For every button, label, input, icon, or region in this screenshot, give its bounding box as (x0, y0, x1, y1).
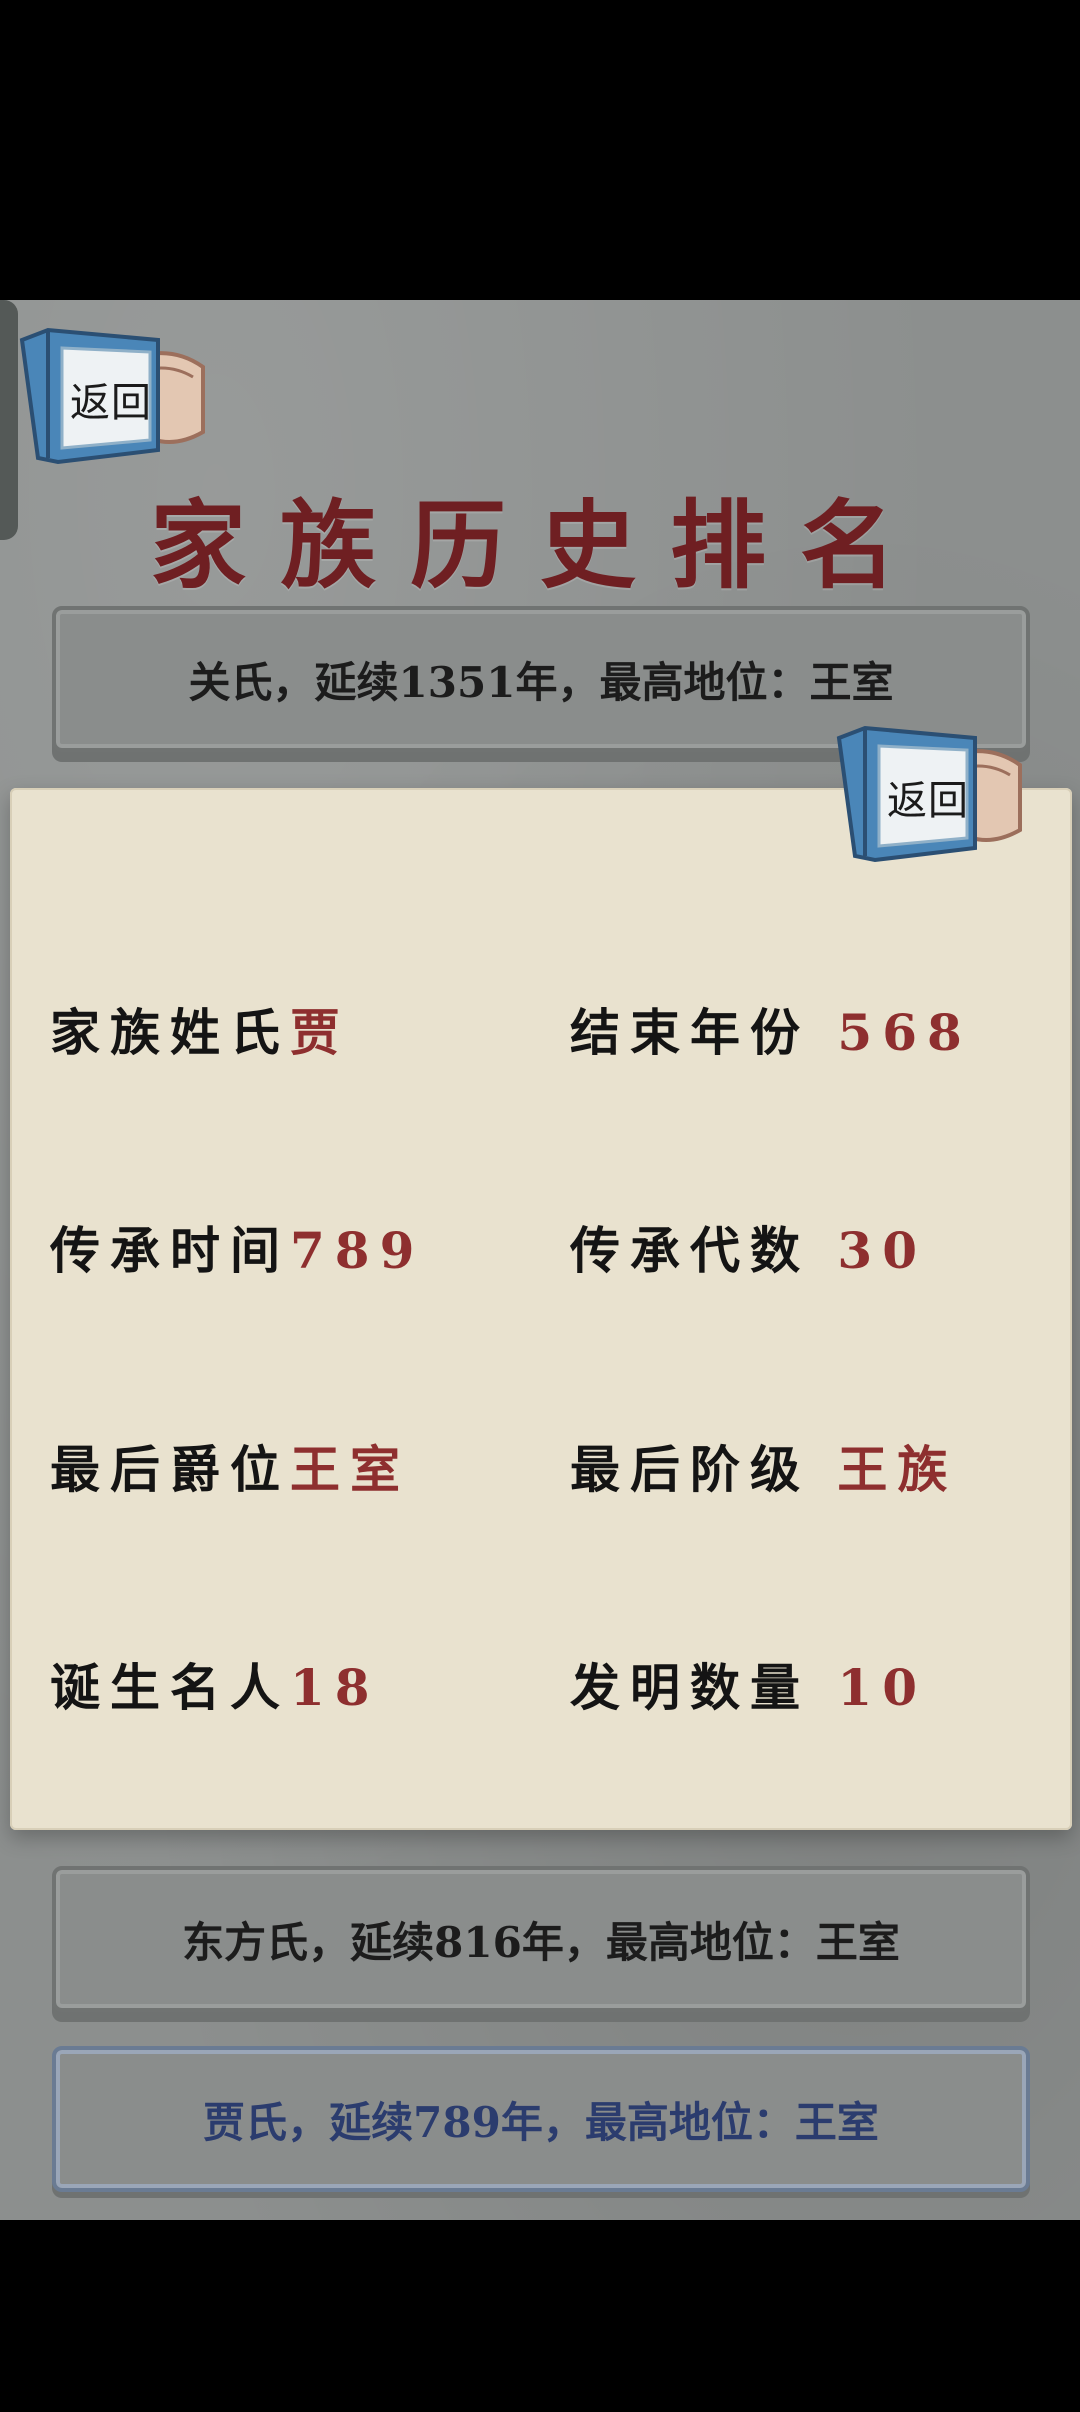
back-label: 返回 (887, 778, 969, 824)
field-label: 传承代数 (570, 1221, 810, 1280)
field-last-title: 最后爵位王室 (50, 1430, 410, 1502)
field-label: 发明数量 (570, 1658, 810, 1717)
field-generations: 传承代数 30 (570, 1211, 927, 1283)
field-value: 30 (837, 1221, 928, 1280)
field-value: 10 (837, 1658, 928, 1717)
ranking-row-text: 关氏，延续1351年，最高地位：王室 (188, 657, 894, 707)
field-value: 789 (290, 1221, 425, 1280)
page-title: 家族历史排名 (150, 489, 930, 602)
field-label: 结束年份 (570, 1003, 810, 1062)
field-value: 王族 (837, 1440, 958, 1499)
field-duration: 传承时间789 (50, 1211, 424, 1283)
detail-back-button[interactable]: 返回 (835, 720, 1025, 870)
field-famous-people: 诞生名人18 (50, 1648, 380, 1720)
field-value: 568 (837, 1003, 972, 1062)
field-inventions: 发明数量 10 (570, 1648, 927, 1720)
field-label: 最后爵位 (50, 1440, 290, 1499)
field-value: 王室 (290, 1440, 410, 1499)
back-label: 返回 (70, 380, 152, 426)
ranking-row-text: 贾氏，延续789年，最高地位：王室 (203, 2097, 879, 2147)
back-button[interactable]: 返回 (18, 322, 208, 472)
field-value: 18 (290, 1658, 380, 1717)
field-surname: 家族姓氏贾 (50, 993, 350, 1065)
field-label: 传承时间 (50, 1221, 290, 1280)
field-last-class: 最后阶级 王族 (570, 1430, 957, 1502)
field-label: 家族姓氏 (50, 1003, 290, 1062)
family-detail-card: 返回 家族姓氏贾 结束年份 568 传承时间789 传承代数 30 最后爵位王室… (10, 725, 1072, 1830)
field-label: 诞生名人 (50, 1658, 290, 1717)
ranking-row[interactable]: 东方氏，延续816年，最高地位：王室 (52, 1866, 1030, 2012)
field-end-year: 结束年份 568 (570, 993, 972, 1065)
ranking-row-selected[interactable]: 贾氏，延续789年，最高地位：王室 (52, 2046, 1030, 2192)
field-label: 最后阶级 (570, 1440, 810, 1499)
field-value: 贾 (290, 1003, 350, 1062)
ranking-row-text: 东方氏，延续816年，最高地位：王室 (182, 1917, 900, 1967)
